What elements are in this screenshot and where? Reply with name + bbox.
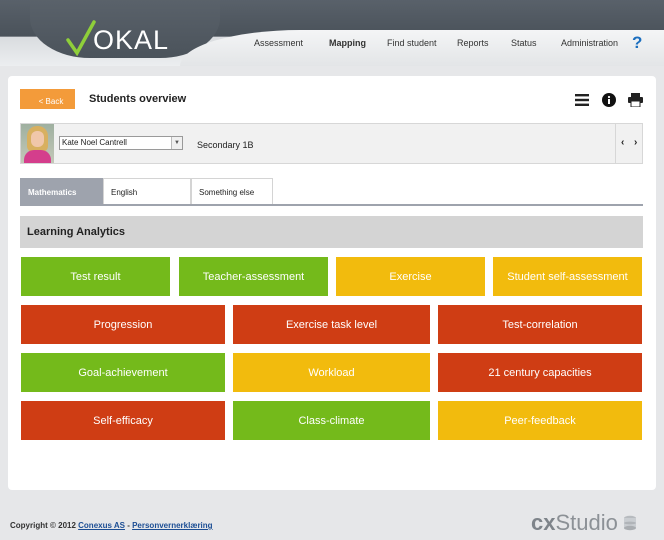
class-label: Secondary 1B xyxy=(197,140,254,150)
tab-mathematics[interactable]: Mathematics xyxy=(20,178,103,205)
student-name: Kate Noel Cantrell xyxy=(62,138,127,147)
tile-progression[interactable]: Progression xyxy=(21,305,225,344)
tile-teacher-assessment[interactable]: Teacher-assessment xyxy=(179,257,328,296)
cxstudio-logo: cx Studio xyxy=(531,510,637,536)
help-icon[interactable]: ? xyxy=(632,33,642,53)
tile-21-century-capacities[interactable]: 21 century capacities xyxy=(438,353,642,392)
info-icon[interactable] xyxy=(602,93,616,112)
footer: Copyright © 2012 Conexus AS - Personvern… xyxy=(10,521,213,530)
brand-studio: Studio xyxy=(555,510,618,535)
menu-icon[interactable] xyxy=(575,93,589,112)
back-button[interactable]: < Back xyxy=(20,89,75,109)
nav-background xyxy=(180,30,664,66)
tile-workload[interactable]: Workload xyxy=(233,353,430,392)
nav-item-assessment[interactable]: Assessment xyxy=(254,38,303,48)
next-arrow-icon[interactable]: › xyxy=(634,137,637,148)
nav-item-find-student[interactable]: Find student xyxy=(387,38,437,48)
student-select[interactable]: Kate Noel Cantrell ▼ xyxy=(59,136,183,150)
tab-english[interactable]: English xyxy=(103,178,191,205)
tile-peer-feedback[interactable]: Peer-feedback xyxy=(438,401,642,440)
tile-test-correlation[interactable]: Test-correlation xyxy=(438,305,642,344)
tab-underline xyxy=(20,204,643,206)
section-title: Learning Analytics xyxy=(20,216,643,248)
logo-text: OKAL xyxy=(93,25,170,55)
checkmark-icon xyxy=(66,20,96,56)
print-icon[interactable] xyxy=(628,93,643,112)
copyright-text: Copyright © 2012 xyxy=(10,521,79,530)
tab-something-else[interactable]: Something else xyxy=(191,178,273,205)
page-title: Students overview xyxy=(89,93,187,105)
privacy-link[interactable]: Personvernerklæring xyxy=(132,521,212,530)
tile-exercise-task-level[interactable]: Exercise task level xyxy=(233,305,430,344)
footer-separator: - xyxy=(124,521,133,530)
tile-exercise[interactable]: Exercise xyxy=(336,257,485,296)
student-pager: ‹ › xyxy=(615,124,642,163)
chevron-down-icon: ▼ xyxy=(171,137,182,149)
prev-arrow-icon[interactable]: ‹ xyxy=(621,137,624,148)
tile-goal-achievement[interactable]: Goal-achievement xyxy=(21,353,225,392)
nav-item-mapping[interactable]: Mapping xyxy=(329,38,366,48)
nav-item-status[interactable]: Status xyxy=(511,38,537,48)
vokal-logo[interactable]: OKAL xyxy=(66,16,169,56)
brand-cx: cx xyxy=(531,510,556,535)
database-icon xyxy=(623,515,636,531)
avatar xyxy=(21,124,54,163)
nav-item-reports[interactable]: Reports xyxy=(457,38,489,48)
tile-class-climate[interactable]: Class-climate xyxy=(233,401,430,440)
company-link[interactable]: Conexus AS xyxy=(78,521,125,530)
nav-item-administration[interactable]: Administration xyxy=(561,38,618,48)
tile-student-self-assessment[interactable]: Student self-assessment xyxy=(493,257,642,296)
tile-self-efficacy[interactable]: Self-efficacy xyxy=(21,401,225,440)
tile-test-result[interactable]: Test result xyxy=(21,257,170,296)
